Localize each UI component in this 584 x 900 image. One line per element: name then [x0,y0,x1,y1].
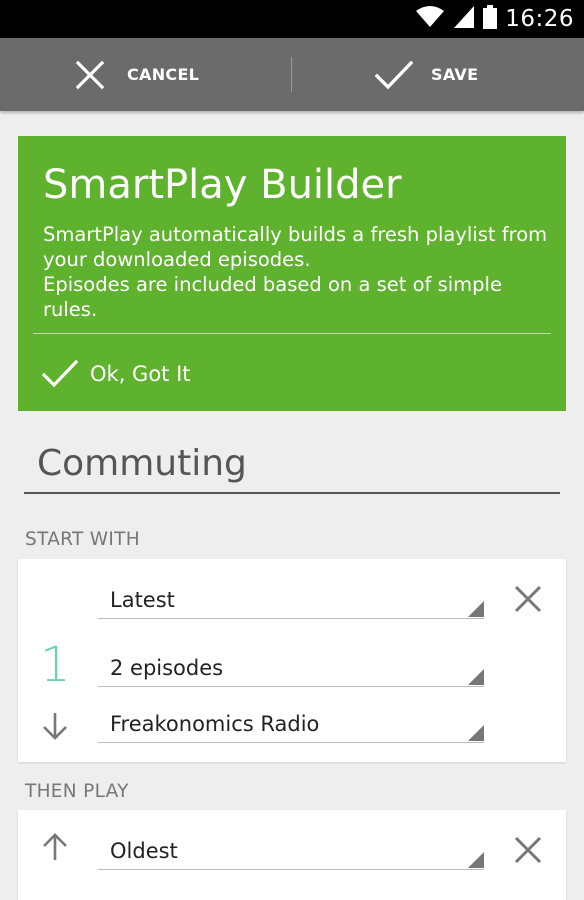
intro-body-line2: Episodes are included based on a set of … [43,273,502,321]
playlist-name-field[interactable] [24,437,560,494]
save-label: SAVE [431,65,479,84]
wifi-icon [415,5,445,33]
start-with-header: START WITH [25,529,140,550]
playlist-name-input[interactable] [24,437,560,489]
cancel-button[interactable]: CANCEL [74,38,199,111]
intro-body-line1: SmartPlay automatically builds a fresh p… [43,223,548,271]
move-down-icon[interactable] [42,711,68,745]
count-spinner[interactable]: 2 episodes [98,647,484,687]
rule-number-partial-icon [60,894,88,900]
status-icons: 16:26 [415,0,574,38]
order-spinner[interactable]: Oldest [98,830,484,870]
dropdown-triangle-icon [468,601,484,617]
dropdown-triangle-icon [468,669,484,685]
order-spinner[interactable]: Latest [98,579,484,619]
status-time: 16:26 [505,6,574,32]
dropdown-triangle-icon [468,725,484,741]
close-icon [74,59,106,91]
remove-rule-icon[interactable] [512,834,544,870]
intro-title: SmartPlay Builder [43,162,402,208]
dropdown-triangle-icon [468,852,484,868]
cancel-label: CANCEL [127,65,200,84]
save-button[interactable]: SAVE [374,38,479,111]
ok-got-it-button[interactable]: Ok, Got It [41,354,191,394]
move-up-icon[interactable] [42,832,68,866]
order-value: Latest [110,588,175,612]
battery-icon [483,5,498,33]
count-value: 2 episodes [110,656,224,680]
intro-divider [33,333,551,334]
then-play-rule-card: Oldest [18,810,566,900]
ok-got-it-label: Ok, Got It [90,362,191,386]
then-play-header: THEN PLAY [25,781,129,802]
remove-rule-icon[interactable] [512,583,544,619]
podcast-spinner[interactable]: Freakonomics Radio [98,703,484,743]
start-with-rule-card: Latest 1 2 episodes Freakonomics Radio [18,559,566,762]
cell-signal-icon [453,5,475,33]
status-bar: 16:26 [0,0,584,38]
order-value: Oldest [110,839,178,863]
intro-body: SmartPlay automatically builds a fresh p… [43,222,553,322]
action-bar-divider [291,57,292,92]
action-bar: CANCEL SAVE [0,38,584,111]
rule-number: 1 [40,637,71,693]
smartplay-intro-card: SmartPlay Builder SmartPlay automaticall… [18,136,566,411]
podcast-value: Freakonomics Radio [110,712,320,736]
check-icon [374,59,414,91]
check-icon [41,359,79,389]
